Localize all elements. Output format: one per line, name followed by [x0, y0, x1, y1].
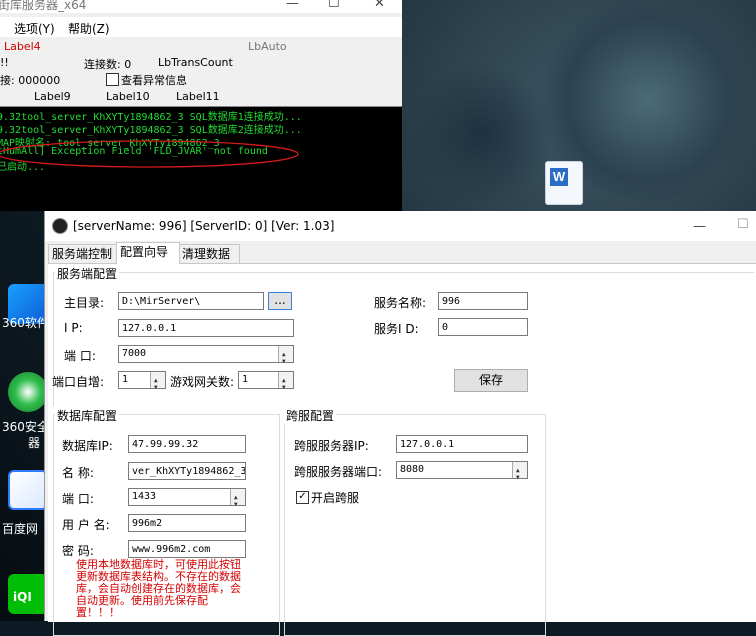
exceptions-checkbox[interactable]: [106, 73, 119, 86]
label9: Label9: [34, 90, 71, 103]
db-port-stepper[interactable]: 1433 ▲ ▼: [128, 488, 246, 508]
port-label: 端 口:: [64, 349, 96, 363]
db-port-value: 1433: [132, 491, 157, 502]
baidu-netdisk-icon[interactable]: [8, 470, 48, 510]
db-password-label: 密 码:: [62, 544, 94, 558]
down-arrow-icon[interactable]: ▼: [282, 354, 286, 370]
desktop-icon-label: iQI: [13, 590, 32, 604]
stepper-arrows[interactable]: ▲ ▼: [150, 372, 165, 391]
gateway-count-label: 游戏网关数:: [170, 375, 235, 389]
down-arrow-icon[interactable]: ▼: [282, 380, 286, 396]
desktop-icon-label: 360软件: [2, 316, 49, 330]
server-name-label: 服务名称:: [374, 296, 427, 310]
menu-help[interactable]: 帮助(Z): [68, 20, 110, 37]
config-window-titlebar[interactable]: [serverName: 996] [ServerID: 0] [Ver: 1.…: [45, 211, 756, 241]
main-dir-label: 主目录:: [64, 296, 105, 310]
desktop-icon-label: 百度网: [2, 522, 39, 536]
cross-ip-input[interactable]: 127.0.0.1: [396, 435, 528, 453]
back-window-title: 街库服务器_x64: [0, 0, 87, 12]
main-dir-input[interactable]: D:\MirServer\: [118, 292, 264, 310]
port-increment-value: 1: [122, 374, 129, 385]
db-password-input[interactable]: www.996m2.com: [128, 540, 246, 558]
lbauto-label: LbAuto: [248, 40, 287, 53]
back-status-panel: Label4 LbAuto !! 连接数: 0 LbTransCount 接: …: [0, 37, 402, 106]
db-port-label: 端 口:: [62, 492, 94, 506]
db-name-input[interactable]: ver_KhXYTy1894862_3: [128, 462, 246, 480]
lbtranscount-label: LbTransCount: [158, 56, 233, 69]
tab-clean-data[interactable]: 清理数据: [178, 244, 240, 263]
gateway-count-stepper[interactable]: 1 ▲ ▼: [238, 371, 294, 391]
log-console: 9.32tool_server_KhXYTy1894862_3 SQL数据库1连…: [0, 106, 402, 211]
back-menubar: 选项(Y) 帮助(Z): [0, 17, 402, 37]
label4: Label4: [4, 40, 41, 53]
row2-left-label: !!: [0, 56, 9, 69]
ip-label: I P:: [64, 321, 83, 335]
ip-input[interactable]: 127.0.0.1: [118, 319, 294, 337]
save-button[interactable]: 保存: [454, 369, 528, 392]
port-stepper[interactable]: 7000 ▲ ▼: [118, 345, 294, 365]
stepper-arrows[interactable]: ▲ ▼: [230, 489, 245, 508]
server-config-title: 服务端配置: [55, 265, 120, 282]
stepper-arrows[interactable]: ▲ ▼: [512, 462, 527, 481]
label11: Label11: [176, 90, 220, 103]
config-window[interactable]: [serverName: 996] [ServerID: 0] [Ver: 1.…: [44, 211, 756, 636]
close-icon[interactable]: ✕: [374, 0, 385, 11]
enable-cross-checkbox[interactable]: ✓: [296, 491, 309, 504]
minimize-icon[interactable]: —: [693, 219, 706, 234]
database-config-title: 数据库配置: [55, 407, 120, 424]
db-user-input[interactable]: 996m2: [128, 514, 246, 532]
maximize-icon[interactable]: ☐: [737, 217, 749, 232]
port-increment-label: 端口自增:: [52, 375, 105, 389]
down-arrow-icon[interactable]: ▼: [516, 470, 520, 486]
tab-config-wizard[interactable]: 配置向导: [116, 242, 180, 264]
360-security-icon[interactable]: [8, 372, 48, 412]
word-w-icon: W: [550, 168, 568, 186]
port-value: 7000: [122, 348, 147, 359]
back-window-titlebar[interactable]: 街库服务器_x64 — ☐ ✕: [0, 0, 402, 13]
server-id-input[interactable]: 0: [438, 318, 528, 336]
maximize-icon[interactable]: ☐: [328, 0, 340, 11]
desktop-icon-label: 360安全: [2, 420, 49, 434]
cross-port-label: 跨服服务器端口:: [294, 465, 383, 479]
cross-port-value: 8080: [400, 464, 425, 475]
db-name-label: 名 称:: [62, 466, 94, 480]
connection-count: 连接数: 0: [84, 58, 132, 71]
enable-cross-label[interactable]: 开启跨服: [311, 489, 359, 506]
desktop-icon-label: 器: [28, 436, 41, 450]
cross-server-title: 跨服配置: [284, 407, 337, 424]
gateway-count-value: 1: [242, 374, 249, 385]
cross-port-stepper[interactable]: 8080 ▲ ▼: [396, 461, 528, 481]
menu-options[interactable]: 选项(Y): [14, 20, 55, 37]
exceptions-checkbox-label[interactable]: 查看异常信息: [121, 72, 187, 88]
stepper-arrows[interactable]: ▲ ▼: [278, 372, 293, 391]
stepper-arrows[interactable]: ▲ ▼: [278, 346, 293, 365]
server-id-label: 服务I D:: [374, 322, 419, 336]
tab-server-control[interactable]: 服务端控制: [48, 244, 118, 263]
back-server-window[interactable]: 街库服务器_x64 — ☐ ✕ 选项(Y) 帮助(Z) Label4 LbAut…: [0, 0, 402, 211]
db-ip-input[interactable]: 47.99.99.32: [128, 435, 246, 453]
minimize-icon[interactable]: —: [286, 0, 299, 11]
app-icon: [52, 218, 68, 234]
config-wizard-panel: 服务端配置 主目录: D:\MirServer\ ... I P: 127.0.…: [48, 263, 756, 636]
server-name-input[interactable]: 996: [438, 292, 528, 310]
db-update-note: 使用本地数据库时，可使用此按钮更新数据库表结构。不存在的数据库，会自动创建存在的…: [76, 558, 241, 619]
cross-ip-label: 跨服服务器IP:: [294, 439, 369, 453]
down-arrow-icon[interactable]: ▼: [234, 497, 238, 513]
db-ip-label: 数据库IP:: [62, 439, 113, 453]
browse-button[interactable]: ...: [268, 292, 292, 310]
config-window-title: [serverName: 996] [ServerID: 0] [Ver: 1.…: [73, 219, 335, 233]
db-user-label: 用 户 名:: [62, 518, 110, 532]
port-increment-stepper[interactable]: 1 ▲ ▼: [118, 371, 166, 391]
background-blob: [410, 60, 550, 210]
red-annotation-ellipse: [0, 140, 299, 168]
label10: Label10: [106, 90, 150, 103]
down-arrow-icon[interactable]: ▼: [154, 380, 158, 396]
word-file-icon[interactable]: W: [546, 162, 582, 204]
row3-left-label: 接: 000000: [0, 74, 61, 87]
